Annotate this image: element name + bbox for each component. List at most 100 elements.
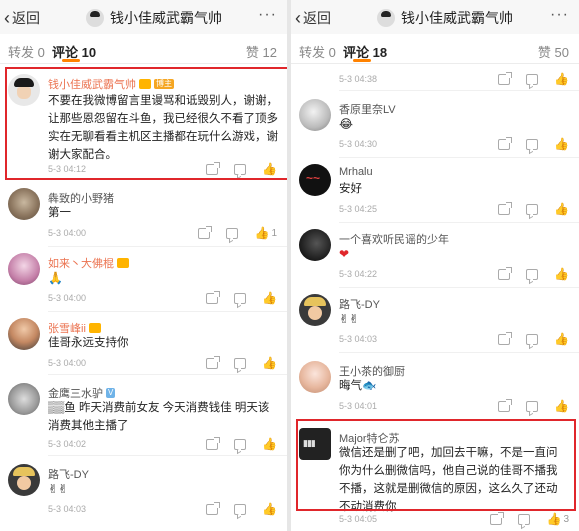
share-icon[interactable] <box>206 290 221 304</box>
highlight-box <box>296 419 576 511</box>
share-icon[interactable] <box>498 201 513 215</box>
thumb-up-icon: 👍 <box>262 356 277 370</box>
comment-time: 5-3 04:00 <box>48 358 87 368</box>
reply-icon[interactable] <box>526 333 539 345</box>
share-icon[interactable] <box>498 398 513 412</box>
tab-likes[interactable]: 赞 50 <box>538 42 569 61</box>
reply-icon[interactable] <box>226 227 239 239</box>
like-button[interactable]: 👍 <box>554 332 569 346</box>
thumb-up-icon: 👍 <box>262 437 277 451</box>
like-button[interactable]: 👍 <box>554 202 569 216</box>
avatar[interactable] <box>8 253 40 285</box>
title-text: 钱小佳威武霸气帅 <box>110 10 222 26</box>
comment-text: ✌✌ <box>339 312 360 326</box>
list-item: 路飞-DY ✌✌ 5-3 04:03 👍 <box>0 456 287 520</box>
avatar[interactable] <box>8 318 40 350</box>
comment-actions: 👍 <box>498 201 569 216</box>
tab-bar: 转发 0 评论 18 赞 50 <box>291 34 579 64</box>
comment-text: ▒▒鱼 昨天消费前女友 今天消费钱佳 明天该消费其他主播了 <box>48 402 270 432</box>
avatar[interactable] <box>299 361 331 393</box>
share-icon[interactable] <box>498 136 513 150</box>
comment-text: 第一 <box>48 207 71 219</box>
comment-text: ❤ <box>339 247 350 261</box>
tab-repost[interactable]: 转发 0 <box>299 42 336 61</box>
list-item: 如来丶大佛棍 🙏 5-3 04:00 👍 <box>0 247 287 311</box>
list-item: 路飞-DY ✌✌ 5-3 04:03 👍 <box>291 288 579 352</box>
list-item: 一个喜欢听民谣的少年 ❤ 5-3 04:22 👍 <box>291 223 579 287</box>
like-button[interactable]: 👍 <box>554 72 569 86</box>
like-button[interactable]: 👍 <box>262 502 277 516</box>
like-button[interactable]: 👍 <box>554 267 569 281</box>
comment-time: 5-3 04:01 <box>339 401 378 411</box>
reply-icon[interactable] <box>234 438 247 450</box>
reply-icon[interactable] <box>518 513 531 525</box>
avatar[interactable] <box>299 229 331 261</box>
avatar <box>86 9 104 27</box>
list-item: 犇致的小野猪 第一 5-3 04:00 👍 1 <box>0 184 287 246</box>
back-button[interactable]: ‹ 返回 <box>4 8 40 28</box>
tab-repost[interactable]: 转发 0 <box>8 42 45 61</box>
thumb-up-icon: 👍 <box>554 267 569 281</box>
thumb-up-icon: 👍 <box>554 332 569 346</box>
share-icon[interactable] <box>206 355 221 369</box>
more-icon[interactable]: ··· <box>550 6 569 24</box>
like-button[interactable]: 👍 <box>262 356 277 370</box>
list-item: 5-3 04:38 👍 <box>291 64 579 90</box>
like-button[interactable]: 👍 <box>262 437 277 451</box>
share-icon[interactable] <box>498 331 513 345</box>
list-item: 香原里奈LV 😂 5-3 04:30 👍 <box>291 91 579 157</box>
avatar[interactable] <box>299 164 331 196</box>
comment-text: 😂 <box>339 117 354 131</box>
comment-time: 5-3 04:05 <box>339 514 378 524</box>
comment-time: 5-3 04:00 <box>48 228 87 238</box>
tab-likes[interactable]: 赞 12 <box>246 42 277 61</box>
tab-indicator <box>353 59 371 62</box>
avatar <box>377 9 395 27</box>
share-icon[interactable] <box>206 501 221 515</box>
comment-author[interactable]: Mrhalu <box>339 166 373 178</box>
comment-time: 5-3 04:02 <box>48 439 87 449</box>
avatar[interactable] <box>8 464 40 496</box>
like-button[interactable]: 👍 <box>554 137 569 151</box>
like-count: 3 <box>563 513 569 525</box>
comment-time: 5-3 04:25 <box>339 204 378 214</box>
share-icon[interactable] <box>198 225 213 239</box>
reply-icon[interactable] <box>234 503 247 515</box>
left-screenshot: ‹ 返回 钱小佳威武霸气帅 ··· 转发 0 评论 10 赞 12 钱小佳威武霸… <box>0 0 287 531</box>
avatar[interactable] <box>8 188 40 220</box>
title-text: 钱小佳威武霸气帅 <box>401 10 513 26</box>
reply-icon[interactable] <box>526 400 539 412</box>
nav-bar: ‹ 返回 钱小佳威武霸气帅 ··· <box>0 0 287 34</box>
comment-text: 安好 <box>339 183 362 195</box>
reply-icon[interactable] <box>234 357 247 369</box>
share-icon[interactable] <box>490 511 505 525</box>
reply-icon[interactable] <box>526 203 539 215</box>
comment-actions: 👍 <box>498 136 569 151</box>
avatar[interactable] <box>299 294 331 326</box>
thumb-up-icon: 👍 <box>554 202 569 216</box>
thumb-up-icon: 👍 <box>254 226 270 240</box>
thumb-up-icon: 👍 <box>554 137 569 151</box>
comment-time: 5-3 04:00 <box>48 293 87 303</box>
reply-icon[interactable] <box>234 292 247 304</box>
like-button[interactable]: 👍 <box>262 291 277 305</box>
reply-icon[interactable] <box>526 138 539 150</box>
list-item: Mrhalu 安好 5-3 04:25 👍 <box>291 158 579 222</box>
comment-actions: 👍 <box>206 355 277 370</box>
reply-icon[interactable] <box>526 268 539 280</box>
comment-text: 晦气🐟 <box>339 380 377 392</box>
reply-icon[interactable] <box>526 73 539 85</box>
share-icon[interactable] <box>498 266 513 280</box>
share-icon[interactable] <box>498 71 513 85</box>
like-button[interactable]: 👍 <box>554 399 569 413</box>
like-button[interactable]: 👍 3 <box>546 512 569 526</box>
more-icon[interactable]: ··· <box>258 6 277 24</box>
avatar[interactable] <box>299 99 331 131</box>
comment-actions: 👍 <box>206 501 277 516</box>
like-button[interactable]: 👍 1 <box>254 226 277 240</box>
back-button[interactable]: ‹ 返回 <box>295 8 331 28</box>
vip-icon <box>117 258 129 268</box>
avatar[interactable] <box>8 383 40 415</box>
share-icon[interactable] <box>206 436 221 450</box>
back-label: 返回 <box>12 10 40 26</box>
